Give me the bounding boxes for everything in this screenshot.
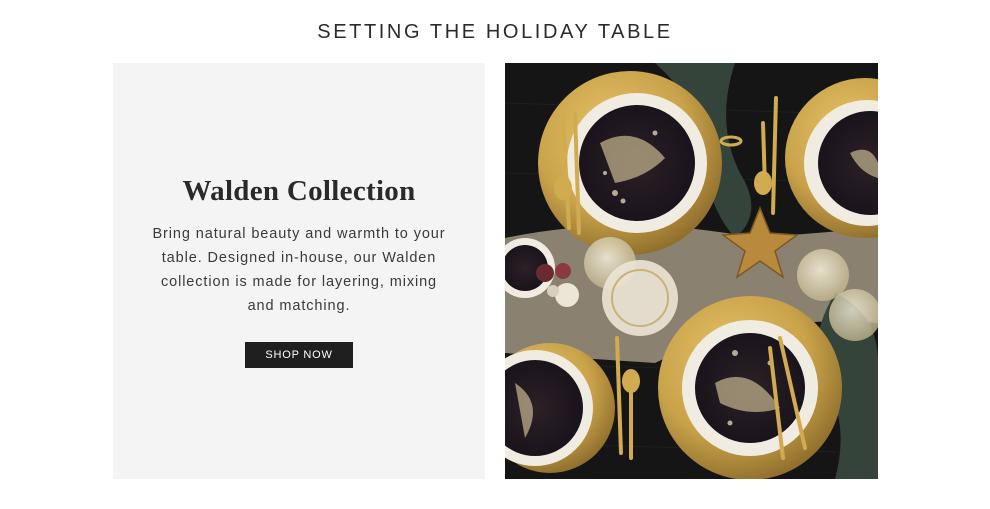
shop-now-button[interactable]: SHOP NOW bbox=[245, 342, 353, 368]
section-title: SETTING THE HOLIDAY TABLE bbox=[317, 21, 673, 43]
promo-panel: Walden Collection Bring natural beauty a… bbox=[113, 63, 485, 479]
promo-heading: Walden Collection bbox=[182, 175, 416, 207]
holiday-table-photo[interactable] bbox=[505, 63, 878, 479]
table-setting-illustration bbox=[505, 63, 878, 479]
promo-description: Bring natural beauty and warmth to your … bbox=[152, 226, 446, 314]
